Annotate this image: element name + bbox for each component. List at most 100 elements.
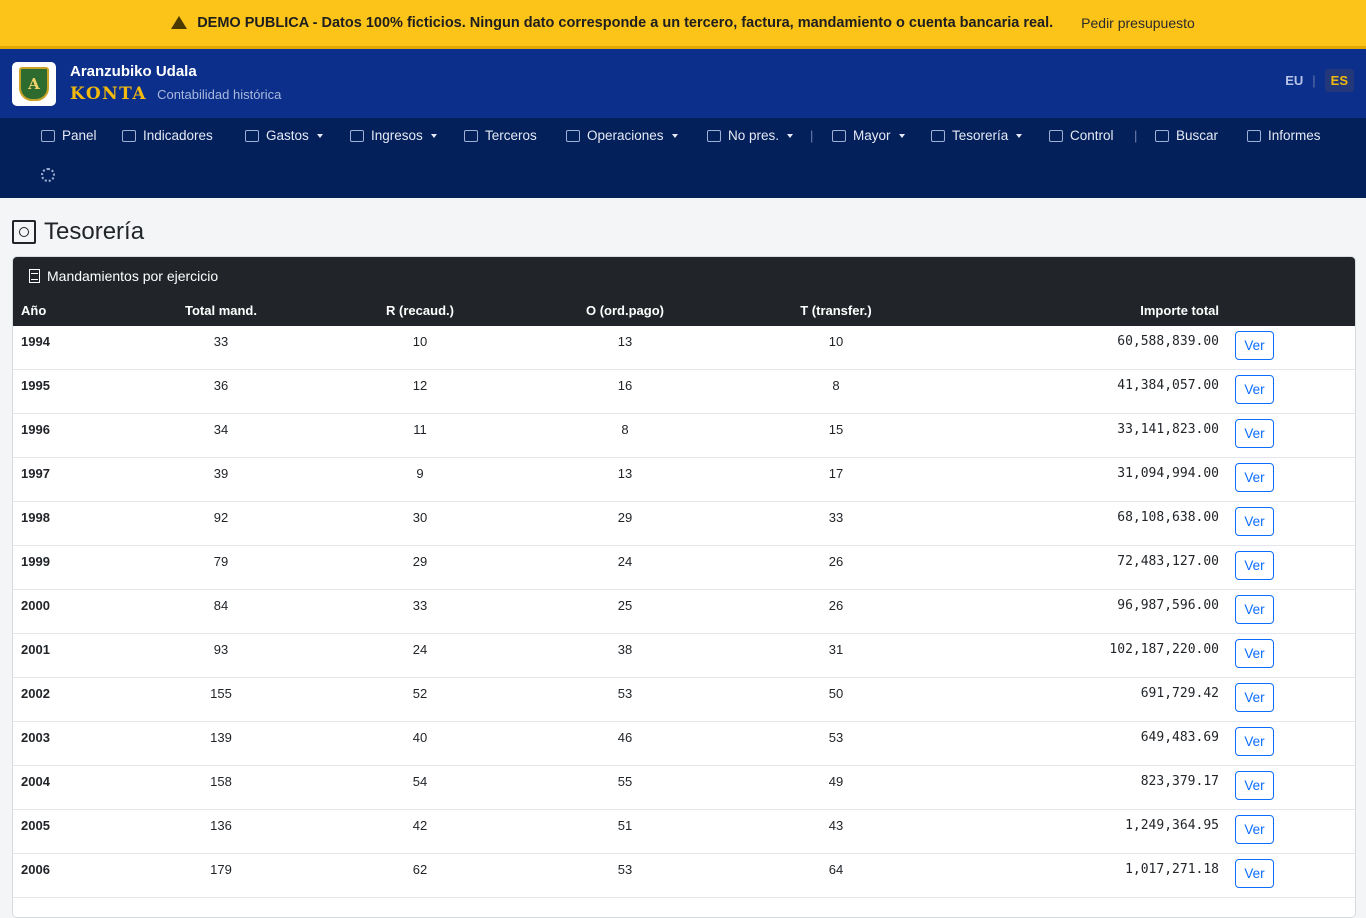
nav-mayor[interactable]: Mayor (832, 128, 905, 143)
mandamientos-table: Año Total mand. R (recaud.) O (ord.pago)… (13, 294, 1355, 898)
lang-es-button[interactable]: ES (1324, 69, 1354, 92)
col-total: Total mand. (101, 294, 341, 326)
nav-label: Terceros (485, 128, 537, 143)
demo-banner-message: DEMO PUBLICA - Datos 100% ficticios. Nin… (197, 15, 1054, 31)
table-row: 2003 139 40 46 53 649,483.69 Ver (13, 721, 1355, 766)
cell-total: 158 (210, 774, 232, 789)
safe-icon (12, 220, 36, 244)
col-r: R (recaud.) (341, 294, 499, 326)
cell-year: 1994 (21, 334, 50, 349)
view-button[interactable]: Ver (1235, 551, 1274, 580)
request-quote-link[interactable]: Pedir presupuesto (1081, 15, 1195, 31)
cell-amount: 33,141,823.00 (1117, 422, 1219, 437)
cell-t: 17 (828, 466, 844, 481)
cell-total: 139 (210, 730, 232, 745)
journal-icon (832, 129, 846, 142)
chevron-down-icon (787, 133, 794, 138)
view-button[interactable]: Ver (1235, 727, 1274, 756)
nav-label: Indicadores (143, 128, 213, 143)
nav-label: Control (1070, 128, 1114, 143)
cell-r: 40 (412, 730, 428, 745)
cell-r: 52 (412, 686, 428, 701)
piggy-bank-icon (350, 129, 364, 142)
cell-o: 25 (617, 598, 633, 613)
list-icon (566, 129, 580, 142)
cell-t: 50 (828, 686, 844, 701)
view-button[interactable]: Ver (1235, 815, 1274, 844)
view-button[interactable]: Ver (1235, 507, 1274, 536)
col-t: T (transfer.) (751, 294, 921, 326)
nav-label: No pres. (728, 128, 780, 143)
cell-o: 38 (617, 642, 633, 657)
view-button[interactable]: Ver (1235, 683, 1274, 712)
cell-o: 29 (617, 510, 633, 525)
lang-eu-button[interactable]: EU (1285, 73, 1303, 88)
view-button[interactable]: Ver (1235, 331, 1274, 360)
cell-o: 13 (617, 466, 633, 481)
cell-total: 92 (213, 510, 229, 525)
safe-icon (931, 129, 945, 142)
table-row: 1995 36 12 16 8 41,384,057.00 Ver (13, 369, 1355, 414)
nav-tesoreria[interactable]: Tesorería (931, 128, 1023, 143)
nav-ingresos[interactable]: Ingresos (350, 128, 437, 143)
cell-o: 24 (617, 554, 633, 569)
nav-gastos[interactable]: Gastos (245, 128, 323, 143)
municipality-logo[interactable]: A (12, 61, 56, 106)
table-row: 1997 39 9 13 17 31,094,994.00 Ver (13, 457, 1355, 502)
cell-total: 93 (213, 642, 229, 657)
cell-t: 33 (828, 510, 844, 525)
cell-amount: 649,483.69 (1140, 730, 1219, 745)
cell-amount: 102,187,220.00 (1109, 642, 1219, 657)
dashboard-icon (41, 129, 55, 142)
gear-icon[interactable] (41, 168, 55, 182)
cell-r: 11 (413, 422, 427, 437)
cell-amount: 823,379.17 (1140, 774, 1219, 789)
view-button[interactable]: Ver (1235, 419, 1274, 448)
table-row: 2004 158 54 55 49 823,379.17 Ver (13, 765, 1355, 810)
cell-t: 8 (832, 378, 840, 393)
nav-panel[interactable]: Panel (41, 128, 97, 143)
table-row: 2006 179 62 53 64 1,017,271.18 Ver (13, 853, 1355, 898)
view-button[interactable]: Ver (1235, 595, 1274, 624)
cell-amount: 60,588,839.00 (1117, 334, 1219, 349)
nav-operaciones[interactable]: Operaciones (566, 128, 678, 143)
cell-t: 15 (828, 422, 844, 437)
view-button[interactable]: Ver (1235, 859, 1274, 888)
cell-o: 51 (617, 818, 633, 833)
table-header-row: Año Total mand. R (recaud.) O (ord.pago)… (13, 294, 1355, 326)
view-button[interactable]: Ver (1235, 463, 1274, 492)
org-name: Aranzubiko Udala (70, 63, 197, 80)
cell-year: 1998 (21, 510, 50, 525)
warning-icon (171, 15, 188, 29)
mandamientos-card: Mandamientos por ejercicio Año Total man… (12, 256, 1356, 918)
nav-terceros[interactable]: Terceros (464, 128, 537, 143)
table-row: 1996 34 11 8 15 33,141,823.00 Ver (13, 413, 1355, 458)
nav-buscar[interactable]: Buscar (1155, 128, 1218, 143)
cell-year: 2005 (21, 818, 50, 833)
bank-icon (707, 129, 721, 142)
view-button[interactable]: Ver (1235, 375, 1274, 404)
view-button[interactable]: Ver (1235, 639, 1274, 668)
nav-informes[interactable]: Informes (1247, 128, 1321, 143)
cell-total: 136 (210, 818, 232, 833)
cell-total: 33 (213, 334, 229, 349)
cell-year: 2006 (21, 862, 50, 877)
chevron-down-icon (671, 133, 678, 138)
main-nav: Panel Indicadores Gastos Ingresos Tercer… (0, 118, 1366, 198)
cell-r: 12 (412, 378, 428, 393)
nav-control[interactable]: Control (1049, 128, 1114, 143)
cell-amount: 1,249,364.95 (1125, 818, 1219, 833)
cell-t: 64 (828, 862, 844, 877)
wallet-icon (245, 129, 259, 142)
cell-t: 43 (828, 818, 844, 833)
card-header: Mandamientos por ejercicio (13, 257, 1355, 294)
cell-amount: 691,729.42 (1140, 686, 1219, 701)
cell-year: 1996 (21, 422, 50, 437)
nav-indicadores[interactable]: Indicadores (122, 128, 213, 143)
nav-no-pres[interactable]: No pres. (707, 128, 794, 143)
cell-amount: 72,483,127.00 (1117, 554, 1219, 569)
view-button[interactable]: Ver (1235, 771, 1274, 800)
table-row: 1999 79 29 24 26 72,483,127.00 Ver (13, 545, 1355, 590)
cell-year: 2004 (21, 774, 50, 789)
cell-year: 1995 (21, 378, 50, 393)
